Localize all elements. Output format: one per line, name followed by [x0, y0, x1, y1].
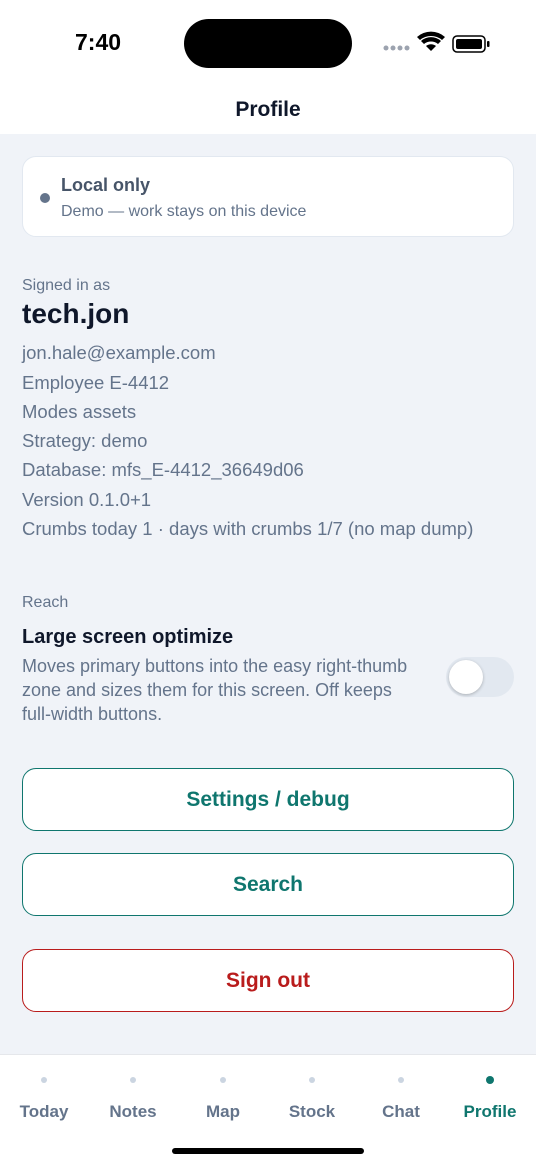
strategy-text: Strategy: demo [22, 430, 148, 451]
tab-label: Map [206, 1102, 240, 1121]
tab-map[interactable]: Map [183, 1055, 263, 1125]
page-title: Profile [235, 98, 301, 121]
wifi-icon [417, 31, 445, 51]
status-time: 7:40 [75, 29, 122, 55]
battery-icon [452, 35, 490, 53]
modes-text: Modes assets [22, 401, 137, 422]
tab-label: Stock [288, 1102, 336, 1121]
large-screen-optimize-description: Moves primary buttons into the easy righ… [22, 656, 408, 724]
notes-tab-icon [130, 1077, 136, 1083]
email-text: jon.hale@example.com [22, 342, 216, 363]
profile-tab-icon [486, 1076, 494, 1084]
tab-notes[interactable]: Notes [93, 1055, 173, 1125]
stock-tab-icon [309, 1077, 315, 1083]
database-text: Database: mfs_E-4412_36649d06 [22, 459, 304, 480]
tab-label: Today [19, 1102, 69, 1121]
version-text: Version 0.1.0+1 [22, 489, 152, 510]
home-indicator[interactable] [172, 1148, 364, 1154]
cellular-signal-icon [383, 45, 410, 51]
map-tab-icon [220, 1077, 226, 1083]
mode-subtitle: Demo — work stays on this device [61, 203, 307, 220]
sign-out-button[interactable]: Sign out [22, 949, 514, 1012]
crumbs-text: Crumbs today 1 · days with crumbs 1/7 (n… [22, 518, 474, 539]
tab-stock[interactable]: Stock [272, 1055, 352, 1125]
settings-debug-button[interactable]: Settings / debug [22, 768, 514, 831]
mode-status-dot [40, 193, 50, 203]
tab-label: Notes [109, 1102, 157, 1121]
profile-content: Local only Demo — work stays on this dev… [0, 134, 536, 1054]
signed-in-label: Signed in as [22, 277, 111, 294]
dynamic-island [184, 19, 352, 68]
tab-chat[interactable]: Chat [361, 1055, 441, 1125]
today-tab-icon [41, 1077, 47, 1083]
large-screen-optimize-toggle[interactable] [446, 657, 514, 697]
mode-title: Local only [61, 175, 151, 195]
search-button[interactable]: Search [22, 853, 514, 916]
tab-today[interactable]: Today [4, 1055, 84, 1125]
chat-tab-icon [398, 1077, 404, 1083]
large-screen-optimize-title: Large screen optimize [22, 626, 234, 648]
tab-label: Chat [382, 1102, 420, 1121]
tab-profile[interactable]: Profile [450, 1055, 530, 1125]
reach-section-label: Reach [22, 594, 69, 611]
toggle-knob [449, 660, 483, 694]
tab-label: Profile [463, 1102, 517, 1121]
status-icons [383, 30, 491, 56]
status-bar: 7:40 [0, 0, 536, 86]
username: tech.jon [22, 298, 130, 329]
nav-header: Profile [0, 86, 536, 134]
employee-text: Employee E-4412 [22, 372, 170, 393]
mode-card: Local only Demo — work stays on this dev… [22, 156, 514, 237]
